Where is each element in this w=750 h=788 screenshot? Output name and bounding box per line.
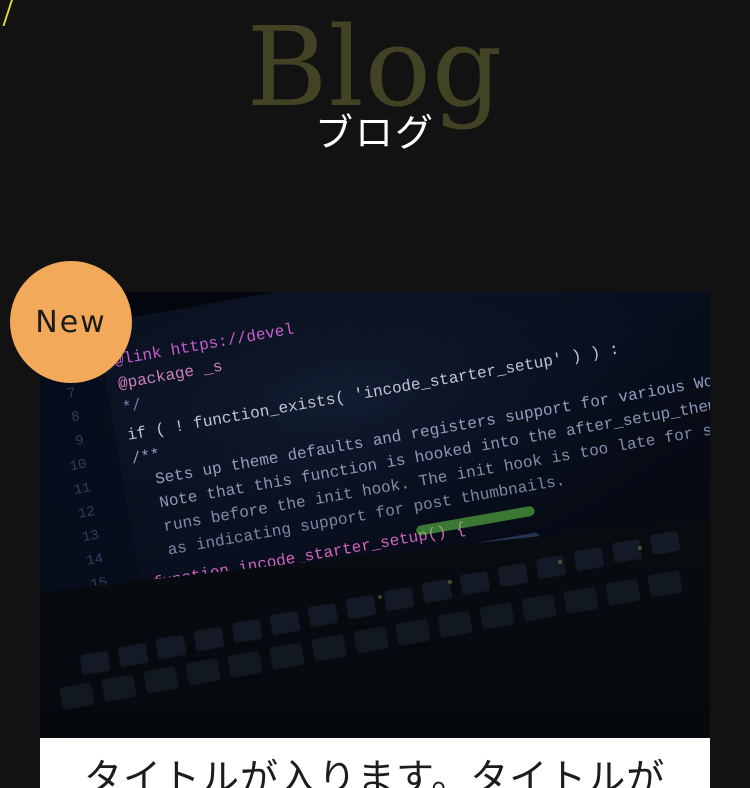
card-title-area[interactable]: タイトルが入ります。タイトルが: [40, 738, 710, 788]
background-word-blog: Blog: [246, 3, 504, 131]
section-title: ブログ: [314, 111, 435, 155]
code-laptop-image: 6 7 8 9 10 11 12 13 14 15 16 17 @link ht…: [40, 292, 710, 738]
blog-section-header: Blog ブログ: [0, 0, 750, 210]
new-badge: New: [10, 261, 132, 383]
card-title[interactable]: タイトルが入ります。タイトルが: [84, 756, 665, 788]
blog-thumbnail[interactable]: 6 7 8 9 10 11 12 13 14 15 16 17 @link ht…: [40, 292, 710, 738]
blog-card[interactable]: 6 7 8 9 10 11 12 13 14 15 16 17 @link ht…: [40, 292, 710, 788]
